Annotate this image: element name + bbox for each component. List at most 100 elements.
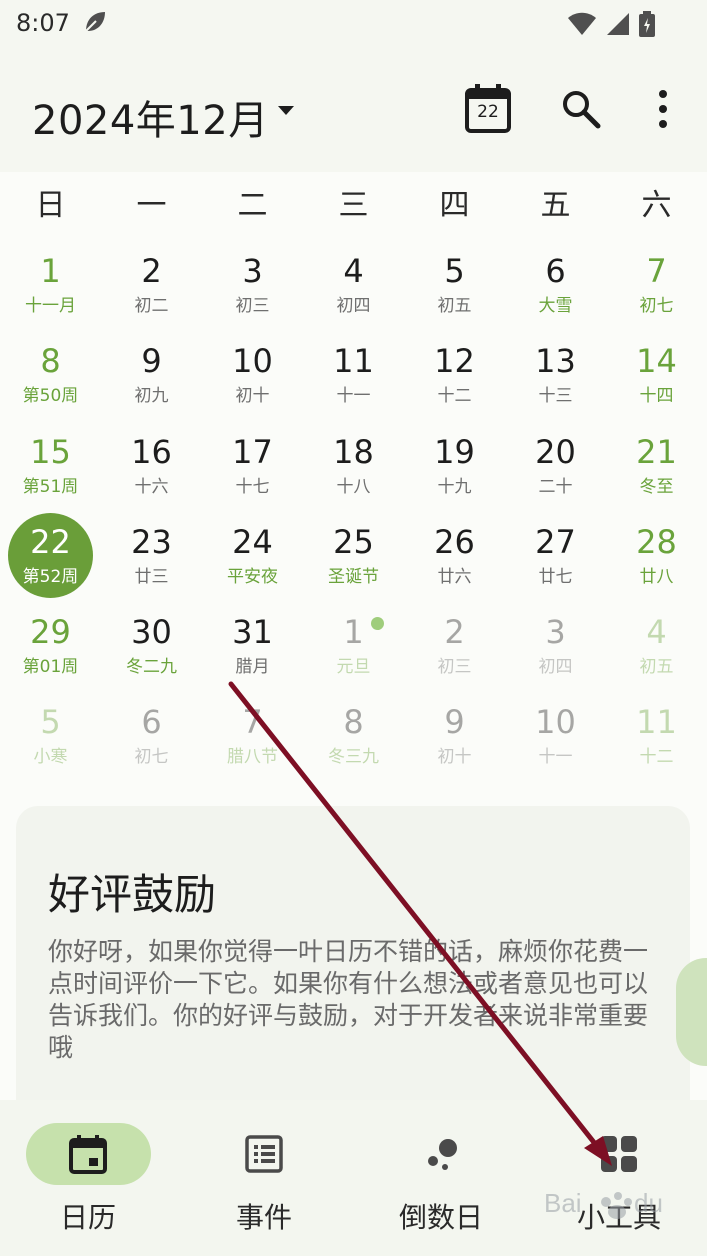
- day-number: 13: [535, 342, 576, 381]
- day-cell[interactable]: 2 初二: [101, 240, 202, 330]
- card-title: 好评鼓励: [48, 870, 217, 919]
- day-cell[interactable]: 17 十七: [202, 421, 303, 511]
- day-cell[interactable]: 8 冬三九: [303, 691, 404, 781]
- day-number: 27: [535, 522, 576, 561]
- day-cell[interactable]: 14 十四: [606, 330, 707, 420]
- day-lunar: 初十: [235, 386, 270, 407]
- day-number: 26: [434, 522, 475, 561]
- day-cell[interactable]: 8 第50周: [0, 330, 101, 420]
- more-options-icon[interactable]: [648, 88, 678, 130]
- day-number: 22: [30, 522, 71, 561]
- day-cell[interactable]: 6 初七: [101, 691, 202, 781]
- day-cell[interactable]: 11 十一: [303, 330, 404, 420]
- month-grid: 1 十一月 2 初二 3 初三 4 初四 5 初五 6 大雪 7 初七 8 第50周 9 初九 1…: [0, 240, 707, 782]
- day-cell[interactable]: 24 平安夜: [202, 511, 303, 601]
- day-number: 12: [434, 342, 475, 381]
- day-lunar: 初七: [639, 296, 674, 316]
- day-lunar: 小寒: [33, 747, 68, 768]
- wifi-icon: [568, 12, 596, 35]
- month-title[interactable]: 2024年12月: [32, 88, 269, 146]
- day-lunar: 腊月: [235, 657, 270, 678]
- search-icon[interactable]: [560, 88, 602, 130]
- side-drawer-handle[interactable]: [676, 958, 707, 1066]
- day-cell[interactable]: 21 冬至: [606, 421, 707, 511]
- today-button[interactable]: 22: [464, 84, 512, 134]
- day-festival: 圣诞节: [328, 566, 379, 587]
- day-cell[interactable]: 10 初十: [202, 330, 303, 420]
- day-cell[interactable]: 25 圣诞节: [303, 511, 404, 601]
- day-cell[interactable]: 11 十二: [606, 691, 707, 781]
- day-number: 30: [131, 613, 172, 652]
- day-cell-selected[interactable]: 22 第52周: [0, 511, 101, 601]
- week-row: 8 第50周 9 初九 10 初十 11 十一 12 十二 13 十三 14 十四: [0, 330, 707, 420]
- day-cell[interactable]: 26 廿六: [404, 511, 505, 601]
- day-number: 20: [535, 432, 576, 471]
- baidu-watermark: Bai du: [540, 1182, 700, 1244]
- day-cell[interactable]: 23 廿三: [101, 511, 202, 601]
- day-lunar: 冬至: [639, 476, 674, 497]
- day-cell[interactable]: 28 廿八: [606, 511, 707, 601]
- dropdown-arrow-icon[interactable]: [276, 100, 296, 120]
- day-lunar: 初十: [437, 747, 472, 768]
- paw-logo-icon: Bai du: [544, 1188, 663, 1219]
- day-number: 7: [646, 252, 667, 290]
- day-lunar: 十四: [639, 386, 674, 407]
- app-header: 2024年12月 22: [0, 48, 707, 172]
- rating-card[interactable]: 好评鼓励 你好呀，如果你觉得一叶日历不错的话，麻烦你花费一点时间评价一下它。如果…: [16, 806, 690, 1126]
- day-festival: 平安夜: [227, 566, 278, 587]
- day-lunar: 十二: [639, 747, 674, 768]
- day-lunar: 廿三: [134, 566, 169, 587]
- card-body: 你好呀，如果你觉得一叶日历不错的话，麻烦你花费一点时间评价一下它。如果你有什么想…: [48, 937, 649, 1062]
- day-cell[interactable]: 9 初十: [404, 691, 505, 781]
- day-cell[interactable]: 13 十三: [505, 330, 606, 420]
- nav-item-countdown[interactable]: 倒数日: [353, 1100, 529, 1256]
- day-number: 9: [141, 342, 162, 381]
- day-number: 17: [232, 432, 273, 471]
- day-cell[interactable]: 3 初三: [202, 240, 303, 330]
- day-lunar: 初四: [336, 296, 371, 316]
- day-cell[interactable]: 4 初四: [303, 240, 404, 330]
- day-number: 1: [343, 613, 364, 652]
- nav-item-calendar[interactable]: 日历: [0, 1100, 176, 1256]
- day-cell[interactable]: 9 初九: [101, 330, 202, 420]
- countdown-icon: [428, 1139, 457, 1170]
- day-lunar: 十一月: [25, 296, 76, 316]
- week-row: 15 第51周 16 十六 17 十七 18 十八 19 十九 20 二十 21 冬至: [0, 421, 707, 511]
- day-cell[interactable]: 4 初五: [606, 601, 707, 691]
- day-cell[interactable]: 19 十九: [404, 421, 505, 511]
- day-cell[interactable]: 2 初三: [404, 601, 505, 691]
- today-icon-day: 22: [477, 102, 499, 122]
- nav-item-events[interactable]: 事件: [176, 1100, 352, 1256]
- day-cell[interactable]: 5 小寒: [0, 691, 101, 781]
- day-cell[interactable]: 16 十六: [101, 421, 202, 511]
- day-number: 11: [636, 703, 677, 742]
- day-cell[interactable]: 6 大雪: [505, 240, 606, 330]
- weekday-header: 日 一 二 三 四 五 六: [0, 172, 707, 240]
- leaf-icon: [85, 12, 105, 32]
- day-cell[interactable]: 5 初五: [404, 240, 505, 330]
- day-number: 31: [232, 613, 273, 652]
- day-cell[interactable]: 10 十一: [505, 691, 606, 781]
- day-cell[interactable]: 3 初四: [505, 601, 606, 691]
- day-cell[interactable]: 7 腊八节: [202, 691, 303, 781]
- day-cell[interactable]: 1 元旦: [303, 601, 404, 691]
- day-cell[interactable]: 31 腊月: [202, 601, 303, 691]
- weekday-label: 五: [540, 188, 571, 223]
- day-lunar: 初五: [639, 657, 674, 678]
- day-number: 15: [30, 432, 71, 471]
- day-cell[interactable]: 20 二十: [505, 421, 606, 511]
- nav-label: 日历: [59, 1201, 116, 1234]
- day-cell[interactable]: 12 十二: [404, 330, 505, 420]
- calendar-icon: [69, 1135, 107, 1174]
- day-number: 10: [232, 342, 273, 381]
- day-cell[interactable]: 1 十一月: [0, 240, 101, 330]
- day-cell[interactable]: 7 初七: [606, 240, 707, 330]
- weekday-label: 日: [35, 188, 66, 223]
- day-cell[interactable]: 30 冬二九: [101, 601, 202, 691]
- day-cell[interactable]: 15 第51周: [0, 421, 101, 511]
- day-cell[interactable]: 18 十八: [303, 421, 404, 511]
- day-cell[interactable]: 29 第01周: [0, 601, 101, 691]
- day-lunar: 廿七: [538, 566, 573, 587]
- week-row: 22 第52周 23 廿三 24 平安夜 25 圣诞节 26 廿六 27 廿七 28 廿八: [0, 511, 707, 601]
- day-cell[interactable]: 27 廿七: [505, 511, 606, 601]
